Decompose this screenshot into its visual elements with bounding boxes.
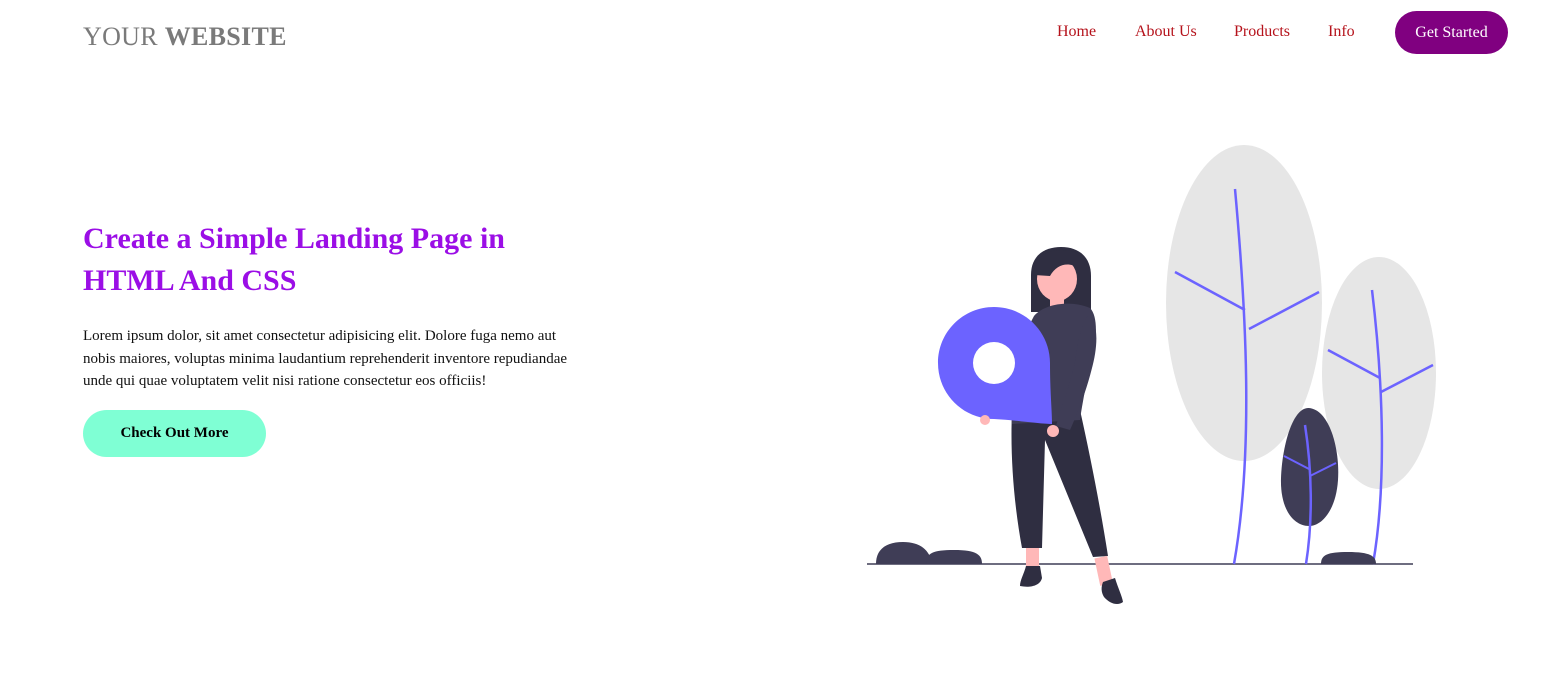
woman-figure-icon: [938, 247, 1123, 605]
check-out-more-button[interactable]: Check Out More: [83, 410, 266, 457]
nav-link-about-us[interactable]: About Us: [1135, 23, 1197, 41]
nav-link-info[interactable]: Info: [1328, 23, 1355, 41]
nav-link-home[interactable]: Home: [1057, 23, 1096, 41]
hero-illustration: [867, 145, 1436, 605]
bush-icon: [1280, 407, 1339, 565]
site-logo[interactable]: YOUR WEBSITE: [83, 22, 287, 52]
get-started-button[interactable]: Get Started: [1395, 11, 1508, 54]
logo-bold-text: WEBSITE: [164, 22, 287, 51]
nav-link-products[interactable]: Products: [1234, 23, 1290, 41]
rock-icon: [1321, 552, 1376, 564]
site-header: YOUR WEBSITE Home About Us Products Info…: [0, 0, 1551, 70]
hero-description: Lorem ipsum dolor, sit amet consectetur …: [83, 328, 568, 389]
hero-title: Create a Simple Landing Page in HTML And…: [83, 222, 505, 297]
rock-icon: [876, 542, 982, 564]
logo-light-text: YOUR: [83, 22, 158, 51]
tree-icon: [1322, 257, 1436, 565]
